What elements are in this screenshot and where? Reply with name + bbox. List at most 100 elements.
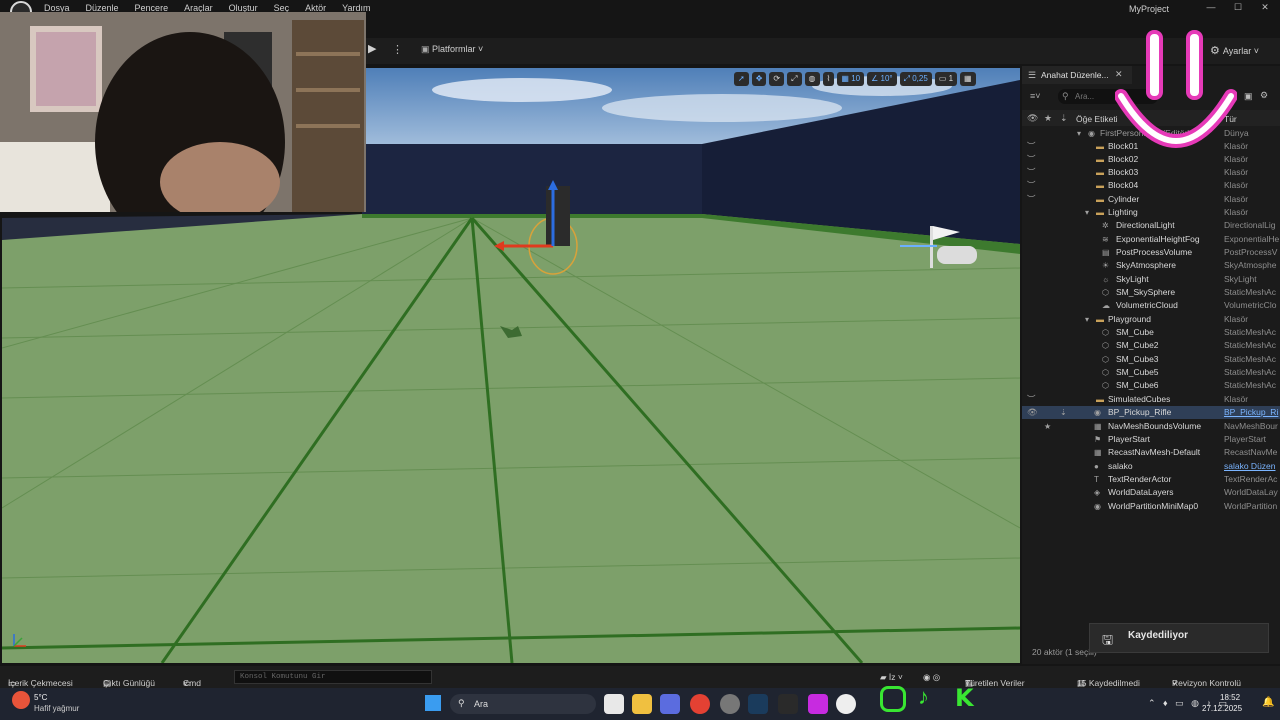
outliner-row[interactable]: ⬡ SM_SkySphere StaticMeshAc [1022,286,1280,299]
windows-start-icon[interactable] [425,695,441,711]
taskbar-search[interactable]: ⚲ Ara [450,694,596,714]
add-folder-icon[interactable]: ▣ [1244,91,1253,102]
row-label: RecastNavMesh-Default [1108,447,1201,457]
more-options-icon[interactable]: ⋮ [392,43,403,56]
outliner-row[interactable]: ︶ ▬ SimulatedCubes Klasör [1022,393,1280,406]
row-type-link[interactable]: salako Düzen [1224,460,1280,473]
status-icons[interactable]: ◉ ◎ [923,672,940,683]
chevron-down-icon: ˅ [1251,46,1260,56]
visibility-icon[interactable]: ︶ [1027,179,1036,192]
status-bar: ▭ İçerik Çekmecesi ▤ Çıktı Günlüğü ▭ Cmd… [0,666,1280,688]
rotate-tool-icon[interactable]: ⟳ [769,72,785,86]
row-label: WorldPartitionMiniMap0 [1108,501,1199,511]
outliner-row[interactable]: ● salako salako Düzen [1022,460,1280,473]
item-label-column[interactable]: Öğe Etiketi [1076,114,1118,124]
pin-icon[interactable]: ⇣ [1060,406,1067,419]
close-button[interactable]: ✕ [1258,2,1272,14]
platforms-button[interactable]: ▣ Platformlar ˅ [421,44,483,55]
filter-icon[interactable]: ≡˅ [1030,91,1041,101]
outliner-row[interactable]: ✲ DirectionalLight DirectionalLig [1022,219,1280,232]
epic-games-icon[interactable] [778,694,798,714]
unreal-engine-icon[interactable] [836,694,856,714]
outliner-row[interactable]: ︶ ▬ Cylinder Klasör [1022,193,1280,206]
maximize-button[interactable]: ☐ [1231,2,1245,14]
row-label: SkyLight [1116,274,1149,284]
clock-date[interactable]: 27.12.2025 [1202,704,1242,713]
visibility-icon[interactable]: ︶ [1027,140,1036,153]
outliner-row[interactable]: ⬡ SM_Cube3 StaticMeshAc [1022,353,1280,366]
notification-icon[interactable]: 🔔 [1262,697,1274,708]
chevron-down-icon: ˅ [183,678,188,688]
outliner-row[interactable]: ▤ PostProcessVolume PostProcessV [1022,246,1280,259]
outliner-row-selected[interactable]: 👁 ⇣ ◉ BP_Pickup_Rifle BP_Pickup_Ri [1022,406,1280,419]
angle-snap-button[interactable]: ∠ 10° [867,72,897,86]
star-icon[interactable]: ★ [1044,420,1051,433]
expand-icon[interactable]: ▾ [1085,313,1089,326]
scale-snap-button[interactable]: ⤢ 0,25 [899,72,932,86]
select-tool-icon[interactable]: ➚ [734,72,749,86]
outliner-row[interactable]: ︶ ▬ Block03 Klasör [1022,166,1280,179]
file-explorer-icon[interactable] [632,694,652,714]
console-input[interactable]: Konsol Komutunu Gir [234,670,432,684]
row-label: PlayerStart [1108,434,1151,444]
row-type-link[interactable]: BP_Pickup_Ri [1224,406,1280,419]
play-icon[interactable]: ▶ [368,42,382,58]
outliner-row[interactable]: ◈ WorldDataLayers WorldDataLay [1022,486,1280,499]
outliner-row[interactable]: ⬡ SM_Cube StaticMeshAc [1022,326,1280,339]
outliner-row[interactable]: T TextRenderActor TextRenderAc [1022,473,1280,486]
outliner-row[interactable]: ⬡ SM_Cube5 StaticMeshAc [1022,366,1280,379]
grid-snap-button[interactable]: ▦ 10 [837,72,865,86]
outliner-row[interactable]: ≋ ExponentialHeightFog ExponentialHe [1022,233,1280,246]
visibility-column-icon: 👁 [1027,113,1039,123]
app-icon[interactable] [720,694,740,714]
outliner-row[interactable]: ◉ WorldPartitionMiniMap0 WorldPartition [1022,500,1280,513]
translate-tool-icon[interactable]: ✥ [751,72,767,86]
outliner-row[interactable]: ︶ ▬ Block04 Klasör [1022,179,1280,192]
visibility-icon[interactable]: ︶ [1027,166,1036,179]
outliner-row[interactable]: ⬡ SM_Cube6 StaticMeshAc [1022,379,1280,392]
static-mesh-icon: ⬡ [1102,328,1109,337]
camera-speed-value: 1 [948,74,954,83]
camera-speed-button[interactable]: ▭ 1 [934,72,958,86]
outliner-row[interactable]: ⚑ PlayerStart PlayerStart [1022,433,1280,446]
twitch-icon[interactable] [808,694,828,714]
static-mesh-icon: ⬡ [1102,381,1109,390]
outliner-row[interactable]: ▦ RecastNavMesh-Default RecastNavMe [1022,446,1280,459]
outliner-row[interactable]: ☀ SkyAtmosphere SkyAtmosphe [1022,259,1280,272]
outliner-row[interactable]: ★ ▦ NavMeshBoundsVolume NavMeshBour [1022,420,1280,433]
outliner-row[interactable]: ⬡ SM_Cube2 StaticMeshAc [1022,339,1280,352]
steam-icon[interactable] [748,694,768,714]
trace-button[interactable]: ▰ İz ˅ [880,672,903,683]
surface-snap-icon[interactable]: ⌇ [822,72,835,86]
row-type: Klasör [1224,180,1249,190]
task-view-icon[interactable] [604,694,624,714]
data-layers-icon: ◈ [1094,488,1101,497]
chrome-icon[interactable] [690,694,710,714]
row-type: PlayerStart [1224,434,1267,444]
visibility-icon[interactable]: ︶ [1027,393,1036,406]
row-type: PostProcessV [1224,247,1278,257]
visibility-icon[interactable]: 👁 [1027,406,1038,419]
outliner-status: 20 aktör (1 seçili) [1032,647,1097,657]
project-title: MyProject [1129,4,1170,14]
grid-snap-value: 10 [851,74,861,83]
layout-icon[interactable]: ▦ [960,72,976,86]
clock-time[interactable]: 18:52 [1220,693,1240,702]
outliner-row[interactable]: ▾ ▬ Lighting Klasör [1022,206,1280,219]
visibility-icon[interactable]: ︶ [1027,193,1036,206]
world-space-icon[interactable]: ◍ [804,72,820,86]
unsaved-label: 15 Kaydedilmedi [1077,678,1140,688]
expand-icon[interactable]: ▾ [1077,127,1081,140]
minimize-button[interactable]: — [1204,2,1218,14]
visibility-icon[interactable]: ︶ [1027,153,1036,166]
outliner-settings-icon[interactable]: ⚙ [1260,90,1268,101]
row-label: SM_Cube [1116,327,1154,337]
outliner-row[interactable]: ☼ SkyLight SkyLight [1022,273,1280,286]
scale-tool-icon[interactable]: ⤢ [787,72,802,86]
store-icon[interactable] [660,694,680,714]
outliner-row[interactable]: ☁ VolumetricCloud VolumetricClo [1022,299,1280,312]
star-column-icon: ★ [1044,113,1053,123]
expand-icon[interactable]: ▾ [1085,206,1089,219]
saving-label: Kaydediliyor [1128,630,1189,641]
outliner-row[interactable]: ▾ ▬ Playground Klasör [1022,313,1280,326]
